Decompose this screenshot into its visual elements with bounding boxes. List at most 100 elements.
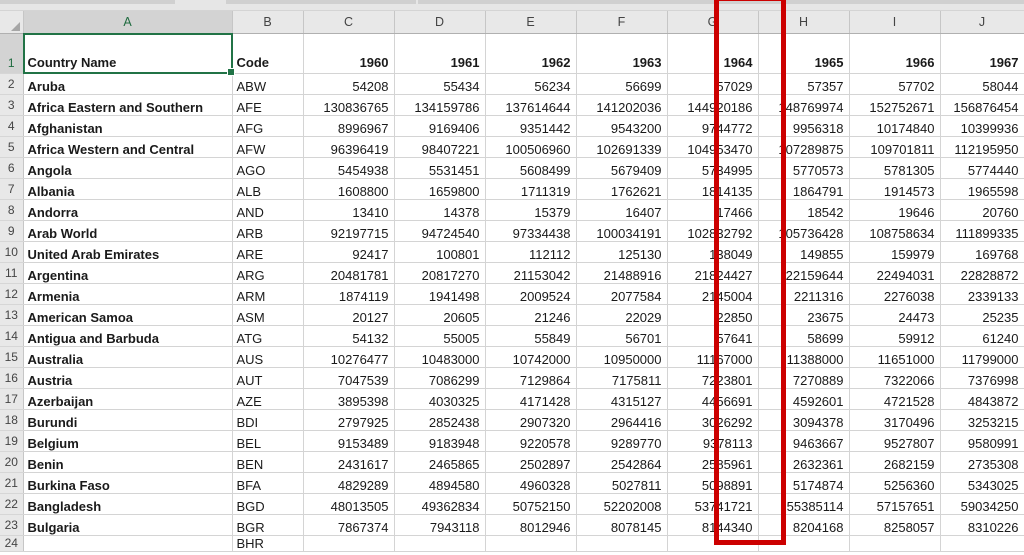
cell-I7[interactable]: 1914573 bbox=[849, 178, 941, 200]
cell-H10[interactable]: 149855 bbox=[758, 241, 850, 263]
cell-G14[interactable]: 57641 bbox=[667, 325, 759, 347]
cell-A4[interactable]: Afghanistan bbox=[23, 115, 233, 137]
row-header-20[interactable]: 20 bbox=[0, 451, 24, 473]
cell-C1[interactable]: 1960 bbox=[303, 33, 395, 74]
cell-H2[interactable]: 57357 bbox=[758, 73, 850, 95]
cell-B12[interactable]: ARM bbox=[232, 283, 304, 305]
cell-A15[interactable]: Australia bbox=[23, 346, 233, 368]
cell-A9[interactable]: Arab World bbox=[23, 220, 233, 242]
column-header-I[interactable]: I bbox=[849, 11, 941, 34]
cell-B13[interactable]: ASM bbox=[232, 304, 304, 326]
cell-I17[interactable]: 4721528 bbox=[849, 388, 941, 410]
cell-D9[interactable]: 94724540 bbox=[394, 220, 486, 242]
cell-G12[interactable]: 2145004 bbox=[667, 283, 759, 305]
cell-D6[interactable]: 5531451 bbox=[394, 157, 486, 179]
row-header-6[interactable]: 6 bbox=[0, 157, 24, 179]
cell-B24[interactable]: BHR bbox=[232, 535, 304, 552]
cell-D16[interactable]: 7086299 bbox=[394, 367, 486, 389]
cell-G18[interactable]: 3026292 bbox=[667, 409, 759, 431]
cell-F16[interactable]: 7175811 bbox=[576, 367, 668, 389]
cell-A1[interactable]: Country Name bbox=[23, 33, 233, 74]
cell-B5[interactable]: AFW bbox=[232, 136, 304, 158]
cell-C10[interactable]: 92417 bbox=[303, 241, 395, 263]
column-header-G[interactable]: G bbox=[667, 11, 759, 34]
cell-A12[interactable]: Armenia bbox=[23, 283, 233, 305]
row-header-4[interactable]: 4 bbox=[0, 115, 24, 137]
cell-J4[interactable]: 10399936 bbox=[940, 115, 1024, 137]
cell-A5[interactable]: Africa Western and Central bbox=[23, 136, 233, 158]
cell-C12[interactable]: 1874119 bbox=[303, 283, 395, 305]
cell-J11[interactable]: 22828872 bbox=[940, 262, 1024, 284]
cell-A19[interactable]: Belgium bbox=[23, 430, 233, 452]
row-header-5[interactable]: 5 bbox=[0, 136, 24, 158]
cell-J24[interactable] bbox=[940, 535, 1024, 552]
cell-G11[interactable]: 21824427 bbox=[667, 262, 759, 284]
cell-B17[interactable]: AZE bbox=[232, 388, 304, 410]
cell-A8[interactable]: Andorra bbox=[23, 199, 233, 221]
cell-D24[interactable] bbox=[394, 535, 486, 552]
cell-B9[interactable]: ARB bbox=[232, 220, 304, 242]
select-all-corner[interactable] bbox=[0, 11, 24, 34]
row-header-3[interactable]: 3 bbox=[0, 94, 24, 116]
cell-G9[interactable]: 102832792 bbox=[667, 220, 759, 242]
cell-C11[interactable]: 20481781 bbox=[303, 262, 395, 284]
cell-C6[interactable]: 5454938 bbox=[303, 157, 395, 179]
cell-H11[interactable]: 22159644 bbox=[758, 262, 850, 284]
cell-H18[interactable]: 3094378 bbox=[758, 409, 850, 431]
cell-J3[interactable]: 156876454 bbox=[940, 94, 1024, 116]
row-header-8[interactable]: 8 bbox=[0, 199, 24, 221]
row-header-14[interactable]: 14 bbox=[0, 325, 24, 347]
cell-C23[interactable]: 7867374 bbox=[303, 514, 395, 536]
cell-J20[interactable]: 2735308 bbox=[940, 451, 1024, 473]
cell-G23[interactable]: 8144340 bbox=[667, 514, 759, 536]
cell-F10[interactable]: 125130 bbox=[576, 241, 668, 263]
cell-G16[interactable]: 7223801 bbox=[667, 367, 759, 389]
cell-B23[interactable]: BGR bbox=[232, 514, 304, 536]
cell-D19[interactable]: 9183948 bbox=[394, 430, 486, 452]
cell-H24[interactable] bbox=[758, 535, 850, 552]
row-header-18[interactable]: 18 bbox=[0, 409, 24, 431]
cell-J18[interactable]: 3253215 bbox=[940, 409, 1024, 431]
cell-J7[interactable]: 1965598 bbox=[940, 178, 1024, 200]
cell-G20[interactable]: 2585961 bbox=[667, 451, 759, 473]
cell-D1[interactable]: 1961 bbox=[394, 33, 486, 74]
cell-B3[interactable]: AFE bbox=[232, 94, 304, 116]
cell-J2[interactable]: 58044 bbox=[940, 73, 1024, 95]
cell-I20[interactable]: 2682159 bbox=[849, 451, 941, 473]
cell-I14[interactable]: 59912 bbox=[849, 325, 941, 347]
cell-F3[interactable]: 141202036 bbox=[576, 94, 668, 116]
cell-I8[interactable]: 19646 bbox=[849, 199, 941, 221]
cell-D14[interactable]: 55005 bbox=[394, 325, 486, 347]
cell-G5[interactable]: 104953470 bbox=[667, 136, 759, 158]
cell-B22[interactable]: BGD bbox=[232, 493, 304, 515]
cell-F14[interactable]: 56701 bbox=[576, 325, 668, 347]
cell-B16[interactable]: AUT bbox=[232, 367, 304, 389]
cell-D18[interactable]: 2852438 bbox=[394, 409, 486, 431]
cell-C16[interactable]: 7047539 bbox=[303, 367, 395, 389]
cell-E4[interactable]: 9351442 bbox=[485, 115, 577, 137]
cell-E7[interactable]: 1711319 bbox=[485, 178, 577, 200]
cell-E10[interactable]: 112112 bbox=[485, 241, 577, 263]
cell-J6[interactable]: 5774440 bbox=[940, 157, 1024, 179]
cell-F12[interactable]: 2077584 bbox=[576, 283, 668, 305]
spreadsheet-grid[interactable]: A B C D E F G H I J 1 Country Name Code … bbox=[0, 11, 1024, 555]
cell-C24[interactable] bbox=[303, 535, 395, 552]
cell-F15[interactable]: 10950000 bbox=[576, 346, 668, 368]
cell-C15[interactable]: 10276477 bbox=[303, 346, 395, 368]
cell-C5[interactable]: 96396419 bbox=[303, 136, 395, 158]
cell-F18[interactable]: 2964416 bbox=[576, 409, 668, 431]
cell-H13[interactable]: 23675 bbox=[758, 304, 850, 326]
cell-D5[interactable]: 98407221 bbox=[394, 136, 486, 158]
row-header-7[interactable]: 7 bbox=[0, 178, 24, 200]
cell-B2[interactable]: ABW bbox=[232, 73, 304, 95]
cell-E5[interactable]: 100506960 bbox=[485, 136, 577, 158]
row-header-11[interactable]: 11 bbox=[0, 262, 24, 284]
cell-A13[interactable]: American Samoa bbox=[23, 304, 233, 326]
cell-B1[interactable]: Code bbox=[232, 33, 304, 74]
cell-J22[interactable]: 59034250 bbox=[940, 493, 1024, 515]
cell-B20[interactable]: BEN bbox=[232, 451, 304, 473]
cell-D10[interactable]: 100801 bbox=[394, 241, 486, 263]
cell-E20[interactable]: 2502897 bbox=[485, 451, 577, 473]
cell-H1[interactable]: 1965 bbox=[758, 33, 850, 74]
cell-E1[interactable]: 1962 bbox=[485, 33, 577, 74]
